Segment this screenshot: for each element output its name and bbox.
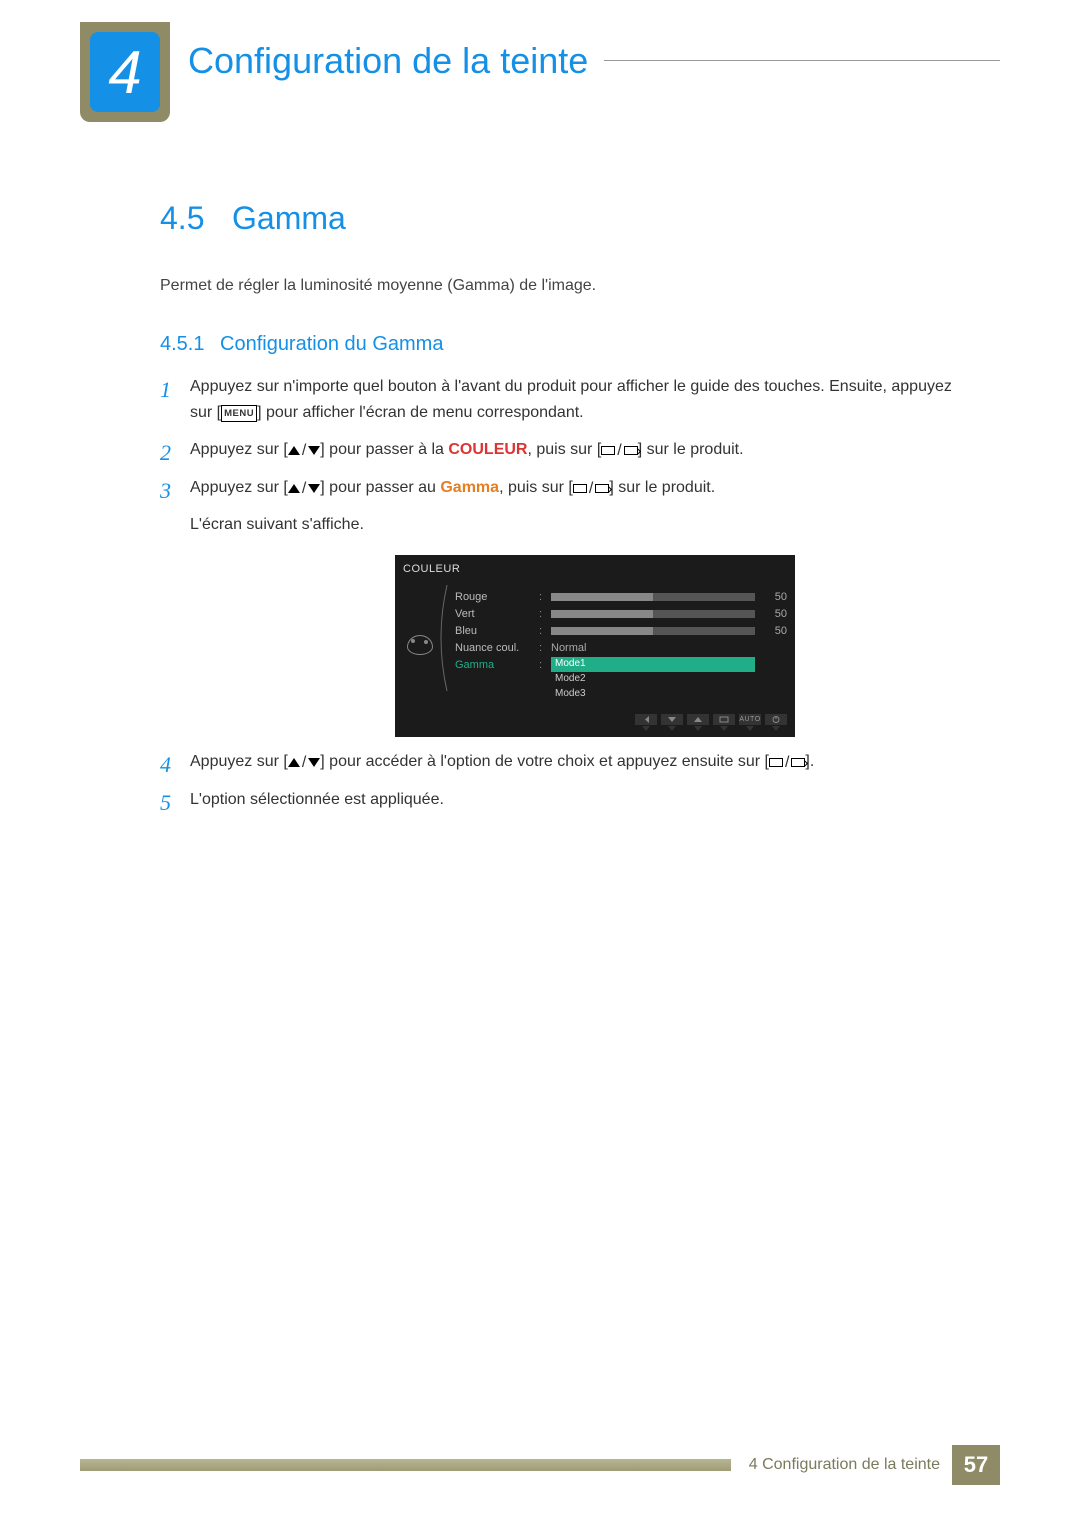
step-4: 4 Appuyez sur [/] pour accéder à l'optio… — [160, 749, 970, 775]
step-number: 5 — [160, 785, 171, 820]
footer-text: 4 Configuration de la teinte — [749, 1456, 940, 1474]
step-3: 3 Appuyez sur [/] pour passer au Gamma, … — [160, 475, 970, 736]
enter-source-icon: / — [573, 476, 609, 502]
gamma-highlight: Gamma — [440, 479, 499, 496]
gamma-option: Mode3 — [551, 687, 755, 702]
steps-list: 1 Appuyez sur n'importe quel bouton à l'… — [160, 374, 970, 813]
footer-bar — [80, 1459, 731, 1471]
subsection-number: 4.5.1 — [160, 333, 220, 356]
section-title: 4.5Gamma — [160, 200, 970, 237]
step-number: 2 — [160, 435, 171, 470]
osd-row-rouge: Rouge: 50 — [455, 589, 787, 606]
nav-up-icon — [687, 714, 709, 731]
slider-bar — [551, 610, 755, 618]
page-footer: 4 Configuration de la teinte 57 — [80, 1445, 1000, 1485]
subsection-name: Configuration du Gamma — [220, 333, 443, 355]
osd-row-vert: Vert: 50 — [455, 606, 787, 623]
chapter-tab: 4 — [80, 22, 170, 122]
step-number: 4 — [160, 747, 171, 782]
section-intro: Permet de régler la luminosité moyenne (… — [160, 277, 970, 295]
osd-row-gamma: Gamma: Mode1 Mode2 Mode3 — [455, 657, 787, 702]
up-down-icon: / — [288, 438, 320, 464]
osd-nav-bar: AUTO — [403, 714, 787, 731]
step-3-note: L'écran suivant s'affiche. — [190, 512, 970, 538]
up-down-icon: / — [288, 750, 320, 776]
osd-panel: COULEUR Rouge: 50 — [395, 555, 795, 737]
gamma-option: Mode1 — [551, 657, 755, 672]
osd-arc — [437, 589, 455, 702]
header-rule — [604, 60, 1000, 61]
osd-row-nuance: Nuance coul.: Normal — [455, 640, 787, 657]
subsection-title: 4.5.1Configuration du Gamma — [160, 333, 970, 356]
palette-icon — [403, 589, 437, 702]
step-number: 3 — [160, 473, 171, 508]
enter-source-icon: / — [769, 750, 805, 776]
enter-source-icon: / — [601, 438, 637, 464]
chapter-title: Configuration de la teinte — [188, 40, 588, 82]
osd-screenshot: COULEUR Rouge: 50 — [220, 555, 970, 737]
osd-title: COULEUR — [403, 561, 787, 579]
nav-down-icon — [661, 714, 683, 731]
nav-enter-icon — [713, 714, 735, 731]
nav-back-icon — [635, 714, 657, 731]
content: 4.5Gamma Permet de régler la luminosité … — [160, 200, 970, 813]
step-1: 1 Appuyez sur n'importe quel bouton à l'… — [160, 374, 970, 425]
slider-bar — [551, 593, 755, 601]
gamma-dropdown: Mode1 Mode2 Mode3 — [551, 657, 755, 702]
nav-auto-label: AUTO — [739, 714, 761, 731]
footer-page-number: 57 — [952, 1445, 1000, 1485]
step-5: 5 L'option sélectionnée est appliquée. — [160, 787, 970, 813]
chapter-number: 4 — [90, 32, 160, 112]
section-name: Gamma — [232, 200, 346, 236]
nav-power-icon — [765, 714, 787, 731]
up-down-icon: / — [288, 476, 320, 502]
section-number: 4.5 — [160, 200, 232, 237]
menu-button-label: MENU — [221, 405, 257, 422]
page-header: 4 Configuration de la teinte — [80, 22, 1000, 122]
couleur-highlight: COULEUR — [448, 441, 527, 458]
gamma-option: Mode2 — [551, 672, 755, 687]
step-2: 2 Appuyez sur [/] pour passer à la COULE… — [160, 437, 970, 463]
osd-row-bleu: Bleu: 50 — [455, 623, 787, 640]
step-number: 1 — [160, 372, 171, 407]
osd-rows: Rouge: 50 Vert: 50 Bleu: — [455, 589, 787, 702]
slider-bar — [551, 627, 755, 635]
